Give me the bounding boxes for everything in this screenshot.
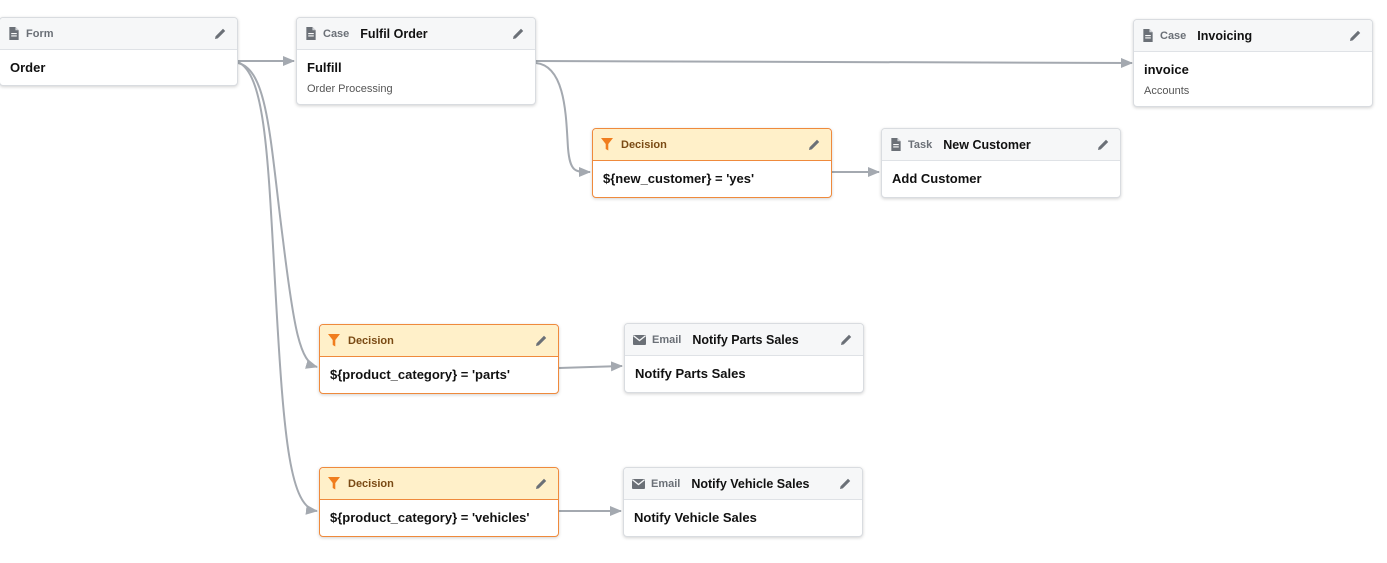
node-type-label: Email bbox=[652, 333, 682, 346]
node-subtitle: Accounts bbox=[1144, 85, 1190, 97]
node-name: Fulfill bbox=[307, 60, 342, 75]
node-fulfil-order-case[interactable]: Case Fulfil Order Fulfill Order Processi… bbox=[296, 17, 536, 105]
node-title: New Customer bbox=[943, 137, 1031, 152]
pencil-icon[interactable] bbox=[512, 27, 525, 40]
node-invoicing-case[interactable]: Case Invoicing invoice Accounts bbox=[1133, 19, 1373, 107]
envelope-icon bbox=[633, 334, 646, 345]
node-type-label: Decision bbox=[621, 138, 667, 151]
decision-condition: ${product_category} = 'vehicles' bbox=[330, 510, 530, 525]
edge-decision-parts-to-notify-parts bbox=[558, 361, 623, 372]
node-type-label: Email bbox=[651, 477, 681, 490]
pencil-icon[interactable] bbox=[839, 477, 852, 490]
node-header: Email Notify Vehicle Sales bbox=[624, 468, 862, 500]
node-title: Notify Parts Sales bbox=[692, 332, 799, 347]
pencil-icon[interactable] bbox=[1097, 138, 1110, 151]
node-header: Task New Customer bbox=[882, 129, 1120, 161]
pencil-icon[interactable] bbox=[840, 333, 853, 346]
node-name: invoice bbox=[1144, 62, 1189, 77]
edge-fulfil-to-decision-customer bbox=[535, 62, 591, 177]
node-new-customer-task[interactable]: Task New Customer Add Customer bbox=[881, 128, 1121, 198]
node-header: Email Notify Parts Sales bbox=[625, 324, 863, 356]
node-header: Decision bbox=[593, 129, 831, 161]
decision-condition: ${product_category} = 'parts' bbox=[330, 367, 510, 382]
pencil-icon[interactable] bbox=[214, 27, 227, 40]
node-header: Case Invoicing bbox=[1134, 20, 1372, 52]
pencil-icon[interactable] bbox=[1349, 29, 1362, 42]
edge-order-to-decision-parts bbox=[237, 62, 318, 369]
edge-fulfil-to-invoicing bbox=[535, 57, 1133, 68]
document-icon bbox=[1143, 29, 1153, 42]
node-type-label: Case bbox=[323, 27, 350, 40]
node-title: Fulfil Order bbox=[360, 26, 428, 41]
document-icon bbox=[9, 27, 19, 40]
node-notify-vehicles-email[interactable]: Email Notify Vehicle Sales Notify Vehicl… bbox=[623, 467, 863, 537]
node-type-label: Decision bbox=[348, 477, 394, 490]
node-notify-parts-email[interactable]: Email Notify Parts Sales Notify Parts Sa… bbox=[624, 323, 864, 393]
node-header: Decision bbox=[320, 468, 558, 500]
node-type-label: Decision bbox=[348, 334, 394, 347]
node-type-label: Case bbox=[1160, 29, 1187, 42]
node-name: Notify Vehicle Sales bbox=[634, 510, 757, 525]
node-name: Add Customer bbox=[892, 171, 982, 186]
pencil-icon[interactable] bbox=[535, 334, 548, 347]
node-name: Order bbox=[10, 60, 46, 75]
pencil-icon[interactable] bbox=[808, 138, 821, 151]
node-title: Invoicing bbox=[1197, 28, 1253, 43]
pencil-icon[interactable] bbox=[535, 477, 548, 490]
node-header: Decision bbox=[320, 325, 558, 357]
node-type-label: Task bbox=[908, 138, 933, 151]
node-name: Notify Parts Sales bbox=[635, 366, 746, 381]
node-decision-new-customer[interactable]: Decision ${new_customer} = 'yes' bbox=[592, 128, 832, 198]
envelope-icon bbox=[632, 478, 645, 489]
document-icon bbox=[306, 27, 316, 40]
funnel-icon bbox=[601, 138, 613, 151]
document-icon bbox=[891, 138, 901, 151]
funnel-icon bbox=[328, 334, 340, 347]
node-order-form[interactable]: Form Order bbox=[0, 17, 238, 86]
node-header: Case Fulfil Order bbox=[297, 18, 535, 50]
workflow-canvas[interactable]: Form Order Case Fulfil Order Fulfill Ord… bbox=[0, 0, 1387, 563]
node-subtitle: Order Processing bbox=[307, 83, 393, 95]
funnel-icon bbox=[328, 477, 340, 490]
node-decision-parts[interactable]: Decision ${product_category} = 'parts' bbox=[319, 324, 559, 394]
node-title: Notify Vehicle Sales bbox=[691, 476, 810, 491]
edge-order-to-decision-vehicles bbox=[237, 61, 318, 515]
node-header: Form bbox=[0, 18, 237, 50]
decision-condition: ${new_customer} = 'yes' bbox=[603, 171, 755, 186]
node-type-label: Form bbox=[26, 27, 54, 40]
node-decision-vehicles[interactable]: Decision ${product_category} = 'vehicles… bbox=[319, 467, 559, 537]
